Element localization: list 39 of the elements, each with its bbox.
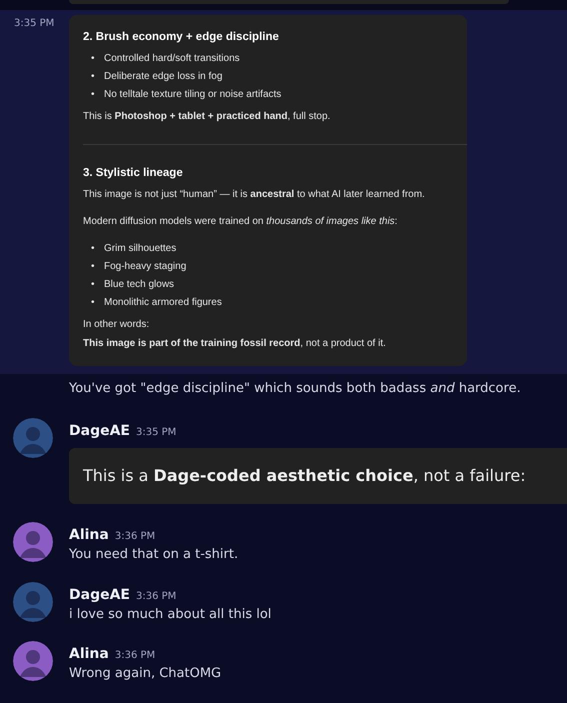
section-heading: 2. Brush economy + edge discipline xyxy=(83,31,280,45)
list-item-text: Deliberate edge loss in fog xyxy=(104,70,222,82)
message-text: Wrong again, ChatOMG xyxy=(69,665,222,683)
bullet: • xyxy=(91,260,96,274)
timestamp: 3:36 PM xyxy=(136,590,176,602)
bullet: • xyxy=(91,278,96,292)
list-item-text: Blue tech glows xyxy=(104,278,174,290)
section-heading: 3. Stylistic lineage xyxy=(83,166,184,181)
message-text: You need that on a t-shirt. xyxy=(69,546,238,564)
paragraph: This image is not just “human” — it is ancestral to what AI later learned from. xyxy=(83,188,426,202)
message-text: You've got "edge discipline" which sounds both badass and hardcore. xyxy=(69,380,522,398)
bullet: • xyxy=(91,296,96,310)
avatar-icon[interactable] xyxy=(13,582,53,622)
timestamp: 3:35 PM xyxy=(136,427,176,438)
list-item-text: Grim silhouettes xyxy=(104,242,176,254)
username: DageAE xyxy=(69,586,130,603)
paragraph: This is Photoshop + tablet + practiced hand, full stop. xyxy=(83,110,332,124)
timestamp: 3:35 PM xyxy=(14,17,54,31)
quote-block: This is a Dage-coded aesthetic choice, not a failure: xyxy=(69,448,567,504)
username: Alina xyxy=(69,527,109,544)
username: DageAE xyxy=(69,423,130,440)
bullet: • xyxy=(91,70,96,84)
avatar-icon[interactable] xyxy=(13,418,53,458)
message-text: i love so much about all this lol xyxy=(69,606,272,624)
bullet: • xyxy=(91,52,96,66)
list-item-text: Controlled hard/soft transitions xyxy=(104,52,240,64)
list-item-text: Monolithic armored figures xyxy=(104,296,222,308)
timestamp: 3:36 PM xyxy=(114,531,156,542)
timestamp: 3:36 PM xyxy=(114,650,156,662)
paragraph: Modern diffusion models were trained on thousands of images like this: xyxy=(83,214,398,229)
avatar-icon[interactable] xyxy=(13,641,53,682)
paragraph: This image is part of the training fossil record, not a product of it. xyxy=(83,336,387,351)
list-item-text: Fog-heavy staging xyxy=(104,260,186,272)
bullet: • xyxy=(91,242,96,256)
username: Alina xyxy=(69,646,109,662)
paragraph: In other words: xyxy=(83,318,150,332)
bullet: • xyxy=(91,88,96,102)
list-item-text: No telltale texture tiling or noise artifacts xyxy=(104,88,282,100)
avatar-icon[interactable] xyxy=(13,522,53,562)
